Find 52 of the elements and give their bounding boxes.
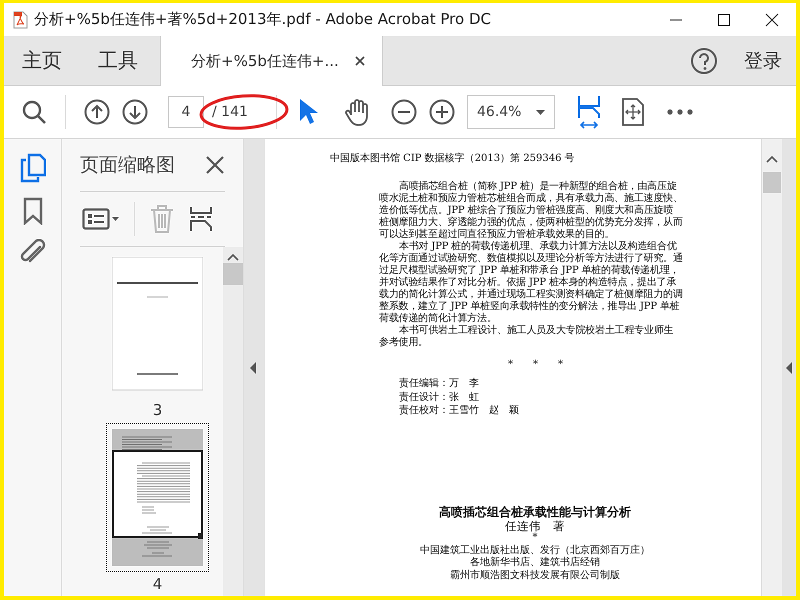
close-icon[interactable] [354,56,365,66]
nav-tab[interactable]: 主页 [4,36,80,85]
credit-line: 责任编辑：万 李 [399,377,479,390]
body-paragraph: 本书对 JPP 桩的荷载传递机理、承载力计算方法以及构造组合优化等方面通过试验研究、数值模拟以及理论分析等方法进行了研究。通过足尺模型试验研究了 JPP 单桩和带承台 JPP 单桩的荷载传递机理，并对试验结果作了对比分析。依据 JPP 桩本身的构造特点，提出了承载力的简化计算公式，并通过现场工程实测资料确定了桩侧摩阻力的调整系数，建立了 JPP 单桩竖向承载特性的变分解法，推导出 JPP 单桩荷载传递的简化计算方法。 [379,241,683,324]
imprint-line: 霸州市顺浩图文科技发展有限公司制版 [450,570,620,582]
imprint-line: 各地新华书店、建筑书店经销 [470,557,600,570]
fit-page-icon[interactable] [621,97,645,127]
page-label: 3 [152,402,162,419]
fit-width-icon[interactable] [577,94,601,130]
options-icon[interactable] [82,208,120,230]
close-icon[interactable] [205,155,225,175]
scrollbar-thumb[interactable] [223,263,243,285]
more-icon[interactable] [667,109,693,115]
scroll-up-icon[interactable] [766,155,778,163]
bookmark-icon[interactable] [22,197,42,225]
scroll-up-icon[interactable] [227,253,239,261]
zoom-dropdown[interactable]: 46.4% [467,95,555,129]
insert-page-icon[interactable] [189,205,213,233]
arrow-down-icon[interactable] [122,99,148,125]
collapse-right-icon[interactable] [786,362,792,374]
body-paragraph: 高喷插芯组合桩（简称 JPP 桩）是一种新型的组合桩，由高压旋喷水泥土桩和预应力管桩芯桩组合而成，具有承载力高、施工速度快、造价低等优点。JPP 桩综合了预应力管桩强度高、刚度大和高压旋喷桩侧摩阻力大、穿透能力强的优点，使两种桩型的优势充分发挥，从而可以达到甚至超过同直径预应力管桩承载效果的目的。 [379,181,683,240]
section-separator: * * * [508,358,564,371]
page-total: / 141 [212,104,249,120]
maximize-icon[interactable] [717,12,731,26]
zoom-out-icon[interactable] [391,99,417,125]
pointer-icon[interactable] [297,97,319,127]
body-paragraph: 本书可供岩土工程设计、施工人员及大专院校岩土工程专业师生参考使用。 [379,325,674,349]
cip-line: 中国版本图书馆 CIP 数据核字（2013）第 259346 号 [330,152,576,165]
zoom-in-icon[interactable] [429,99,455,125]
nav-tab[interactable]: 工具 [80,36,156,85]
pages-icon[interactable] [20,153,46,183]
sign-in-button[interactable]: 登录 [738,46,788,74]
close-icon[interactable] [765,12,779,26]
arrow-up-icon[interactable] [84,99,110,125]
author-line: 任连伟 著 [505,520,565,532]
pdf-file-icon [12,10,28,28]
window-title: 分析+%5b任连伟+著%5d+2013年.pdf - Adobe Acrobat Pro DC [34,10,492,29]
credit-line: 责任设计：张 虹 [399,390,479,404]
imprint-line: 中国建筑工业出版社出版、发行（北京西郊百万庄） [420,544,650,556]
page-number-field[interactable]: 4 [168,96,204,128]
help-icon[interactable] [690,46,718,74]
credit-line: 责任校对：王雪竹 赵 颖 [399,404,519,418]
page-label: 4 [152,576,162,593]
scrollbar-thumb[interactable] [763,172,781,193]
caret-icon[interactable] [536,110,545,114]
star-mark: * [532,532,538,544]
panel-title: 页面缩略图 [80,153,175,178]
collapse-left-icon[interactable] [250,362,256,374]
book-title: 高喷插芯组合桩承载性能与计算分析 [439,504,631,520]
document-tab[interactable]: 分析+%5b任连伟+... [160,36,383,86]
search-icon[interactable] [21,99,47,125]
thumbnail-selection[interactable] [106,423,209,572]
